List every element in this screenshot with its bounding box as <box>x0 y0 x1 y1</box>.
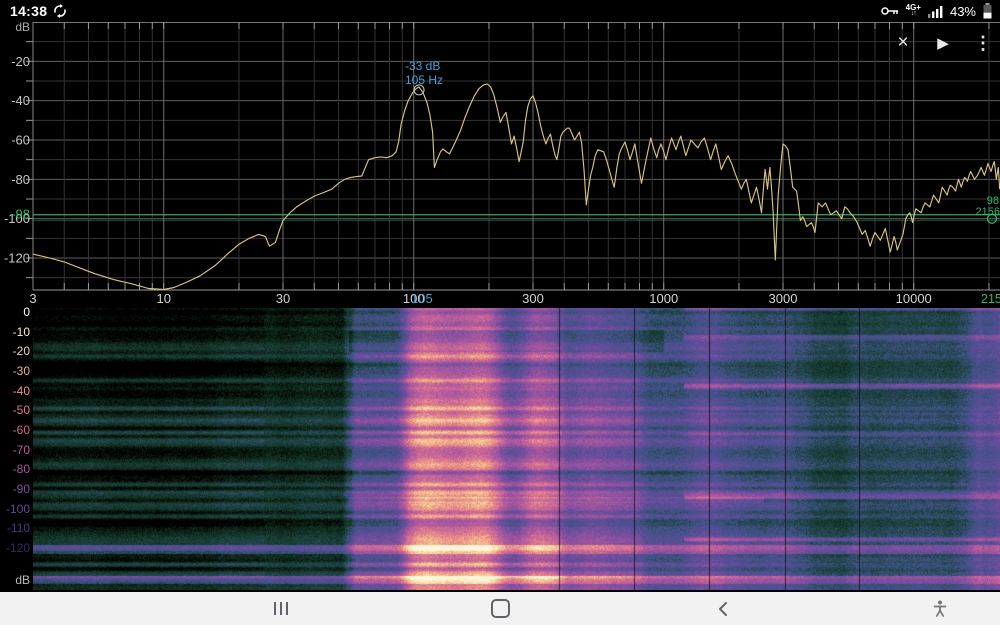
spectrogram-scale-label: -30 <box>0 365 30 378</box>
home-icon <box>491 599 510 618</box>
svg-text:105 Hz: 105 Hz <box>405 73 443 87</box>
play-button[interactable]: ▶ <box>930 30 956 56</box>
android-nav-bar <box>0 592 1000 625</box>
recents-button[interactable] <box>251 592 311 625</box>
signal-strength-icon <box>928 5 943 18</box>
svg-text:10000: 10000 <box>896 291 932 306</box>
spectrogram-scale-label: 0 <box>0 306 30 319</box>
back-button[interactable] <box>693 592 753 625</box>
spectrogram-scale-label: -80 <box>0 463 30 476</box>
accessibility-person-icon <box>933 600 947 617</box>
svg-text:1000: 1000 <box>649 291 678 306</box>
spectrogram-scale-label: -70 <box>0 444 30 457</box>
svg-text:-98: -98 <box>11 207 30 222</box>
svg-text:-33 dB: -33 dB <box>405 59 440 73</box>
spectrogram-scale-label: -10 <box>0 326 30 339</box>
svg-text:30: 30 <box>276 291 290 306</box>
svg-text:-20: -20 <box>11 54 30 69</box>
svg-text:-60: -60 <box>11 133 30 148</box>
svg-text:3000: 3000 <box>769 291 798 306</box>
overflow-menu-button[interactable]: ⋮ <box>970 30 996 56</box>
spectrogram-scale-label: -40 <box>0 385 30 398</box>
spectrum-plot[interactable]: dB-20-40-60-80-100-120310301003001000300… <box>0 22 1000 308</box>
spectrogram-unit-label: dB <box>0 574 30 587</box>
spectrogram-scale-label: -20 <box>0 345 30 358</box>
svg-text:300: 300 <box>522 291 544 306</box>
app-toolbar: × ▶ ⋮ <box>890 30 996 56</box>
svg-text:3: 3 <box>29 291 36 306</box>
spectrogram-scale-label: -50 <box>0 404 30 417</box>
spectrogram-plot[interactable] <box>33 308 1000 590</box>
spectrogram-scale-label: -110 <box>0 522 30 535</box>
spectrogram-scale-label: -120 <box>0 542 30 555</box>
home-button[interactable] <box>470 592 530 625</box>
sync-icon <box>53 4 67 18</box>
svg-text:-120: -120 <box>4 251 30 266</box>
clock: 14:38 <box>10 3 47 19</box>
spectrogram-section: 0 -10 -20 -30 -40 -50 -60 -70 -80 -90 -100 -110 -120… <box>0 308 1000 592</box>
svg-text:-80: -80 <box>11 172 30 187</box>
svg-text:-40: -40 <box>11 93 30 108</box>
spectrum-section: dB-20-40-60-80-100-120310301003001000300… <box>0 22 1000 308</box>
svg-text:10: 10 <box>156 291 170 306</box>
close-button[interactable]: × <box>890 30 916 56</box>
back-chevron-icon <box>718 601 728 617</box>
screen: { "status_bar": { "time": "14:38", "batt… <box>0 0 1000 625</box>
battery-percent: 43% <box>950 4 976 19</box>
spectrogram-scale-label: -100 <box>0 503 30 516</box>
svg-text:105: 105 <box>411 291 433 306</box>
status-bar: 14:38 4G+ ↓↑ <box>0 0 1000 22</box>
spectrogram-scale-label: -90 <box>0 483 30 496</box>
mobile-data-icon: 4G+ ↓↑ <box>906 5 921 17</box>
battery-icon <box>983 3 992 19</box>
svg-text:21562: 21562 <box>981 292 1000 306</box>
accessibility-button[interactable] <box>910 592 970 625</box>
svg-text:dB: dB <box>15 22 30 34</box>
spectrogram-scale-label: -60 <box>0 424 30 437</box>
vpn-key-icon <box>881 5 899 17</box>
recents-icon <box>274 602 288 615</box>
